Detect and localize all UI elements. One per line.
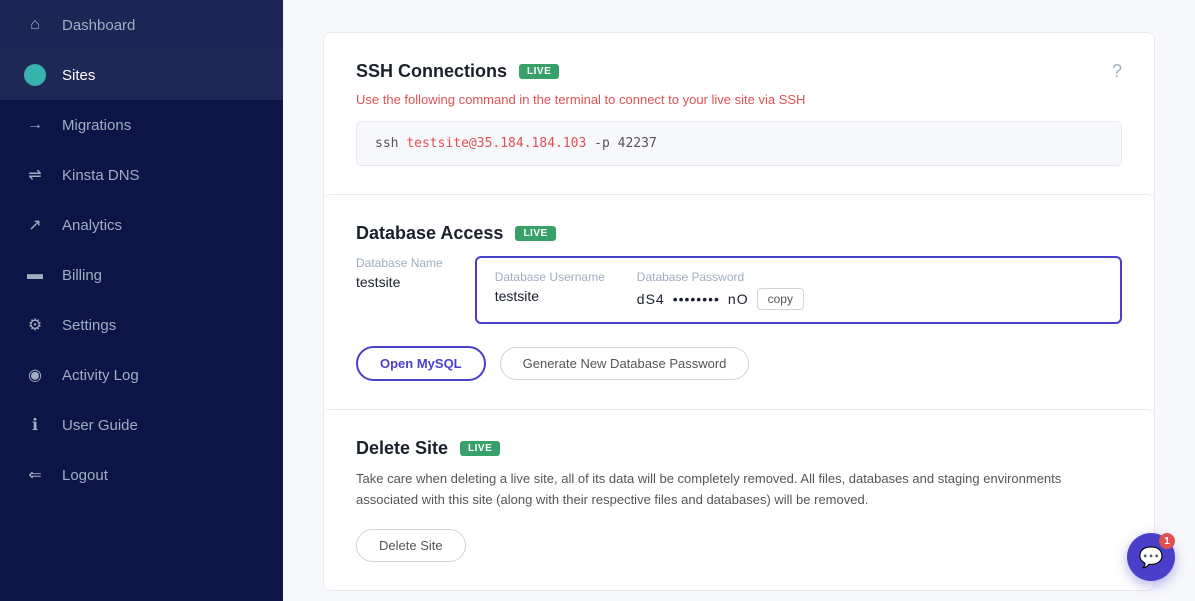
ssh-cmd-port: 42237 [618,136,657,151]
generate-password-button[interactable]: Generate New Database Password [500,347,750,380]
ssh-section-title: SSH Connections [356,61,507,82]
db-password-partial: dS4 [637,291,665,307]
open-mysql-button[interactable]: Open MySQL [356,346,486,381]
chat-badge: 1 [1159,533,1175,549]
db-password-label: Database Password [637,270,804,284]
migrations-icon: → [24,114,46,136]
content-wrapper: SSH Connections LIVE ? Use the following… [323,32,1155,591]
sidebar-item-label: Sites [62,67,95,84]
database-btn-row: Open MySQL Generate New Database Passwor… [356,346,1122,381]
db-password-row: dS4 •••••••• nO copy [637,288,804,310]
database-live-badge: LIVE [515,226,555,241]
db-name-group: Database Name testsite [356,256,443,290]
sidebar-item-label: Analytics [62,217,122,234]
database-section-title: Database Access [356,223,503,244]
delete-section-title: Delete Site [356,438,448,459]
sidebar-item-label: Logout [62,467,108,484]
ssh-cmd-user-host: testsite@35.184.184.103 [406,136,586,151]
db-password-masked: •••••••• [673,291,720,307]
sidebar-item-dashboard[interactable]: ⌂ Dashboard [0,0,283,50]
sidebar-item-user-guide[interactable]: ℹ User Guide [0,400,283,450]
database-section-header: Database Access LIVE [356,223,1122,244]
db-username-group: Database Username testsite [495,270,605,304]
kinsta-dns-icon: ⇌ [24,164,46,186]
sidebar-item-sites[interactable]: ● Sites [0,50,283,100]
delete-section: Delete Site LIVE Take care when deleting… [324,409,1154,590]
db-username-label: Database Username [495,270,605,284]
db-name-value: testsite [356,274,443,290]
help-icon[interactable]: ? [1112,61,1122,82]
user-guide-icon: ℹ [24,414,46,436]
sidebar: ⌂ Dashboard ● Sites → Migrations ⇌ Kinst… [0,0,283,601]
billing-icon: ▬ [24,264,46,286]
sites-icon: ● [24,64,46,86]
sidebar-item-label: User Guide [62,417,138,434]
db-username-value: testsite [495,288,605,304]
chat-widget[interactable]: 💬 1 [1127,533,1175,581]
sidebar-item-settings[interactable]: ⚙ Settings [0,300,283,350]
delete-description: Take care when deleting a live site, all… [356,469,1122,511]
db-credentials-box: Database Username testsite Database Pass… [475,256,1122,324]
sidebar-item-migrations[interactable]: → Migrations [0,100,283,150]
ssh-section: SSH Connections LIVE ? Use the following… [324,33,1154,194]
delete-site-button[interactable]: Delete Site [356,529,466,562]
delete-section-header: Delete Site LIVE [356,438,1122,459]
ssh-section-header: SSH Connections LIVE ? [356,61,1122,82]
database-section: Database Access LIVE Database Name tests… [324,194,1154,409]
delete-live-badge: LIVE [460,441,500,456]
dashboard-icon: ⌂ [24,14,46,36]
sidebar-item-label: Migrations [62,117,131,134]
sidebar-item-logout[interactable]: ⇐ Logout [0,450,283,500]
ssh-cmd-port-flag: -p [586,136,617,151]
db-password-group: Database Password dS4 •••••••• nO copy [637,270,804,310]
sidebar-item-label: Dashboard [62,17,135,34]
sidebar-item-label: Billing [62,267,102,284]
sidebar-item-activity-log[interactable]: ◉ Activity Log [0,350,283,400]
ssh-live-badge: LIVE [519,64,559,79]
logout-icon: ⇐ [24,464,46,486]
database-fields: Database Name testsite Database Username… [356,256,1122,324]
settings-icon: ⚙ [24,314,46,336]
copy-password-button[interactable]: copy [757,288,804,310]
sidebar-item-billing[interactable]: ▬ Billing [0,250,283,300]
analytics-icon: ↗ [24,214,46,236]
db-password-end: nO [728,291,749,307]
sidebar-item-label: Settings [62,317,116,334]
ssh-instruction: Use the following command in the termina… [356,92,1122,107]
chat-icon: 💬 [1139,545,1164,570]
sidebar-item-kinsta-dns[interactable]: ⇌ Kinsta DNS [0,150,283,200]
main-content: SSH Connections LIVE ? Use the following… [283,0,1195,601]
sidebar-item-analytics[interactable]: ↗ Analytics [0,200,283,250]
ssh-command-box: ssh testsite@35.184.184.103 -p 42237 [356,121,1122,166]
db-name-label: Database Name [356,256,443,270]
activity-log-icon: ◉ [24,364,46,386]
ssh-cmd-prefix: ssh [375,136,406,151]
sidebar-item-label: Kinsta DNS [62,167,140,184]
sidebar-item-label: Activity Log [62,367,139,384]
